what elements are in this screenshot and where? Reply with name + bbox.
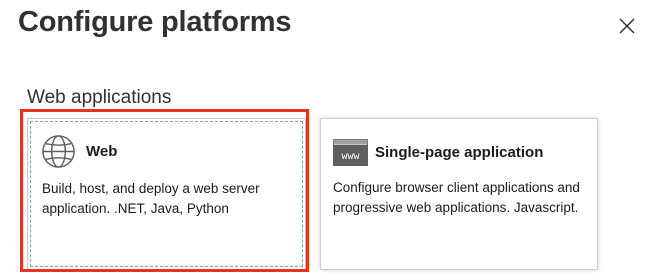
close-icon (619, 18, 635, 34)
dialog-title: Configure platforms (18, 6, 292, 38)
spa-card-description: Configure browser client applications an… (333, 180, 580, 215)
spa-card-title: Single-page application (375, 144, 544, 161)
highlight-frame (20, 109, 309, 272)
www-text: www (341, 151, 360, 162)
section-heading: Web applications (27, 87, 172, 108)
close-button[interactable] (616, 15, 638, 37)
browser-window-icon: www (333, 139, 368, 166)
spa-card[interactable]: www Single-page application Configure br… (320, 118, 598, 270)
